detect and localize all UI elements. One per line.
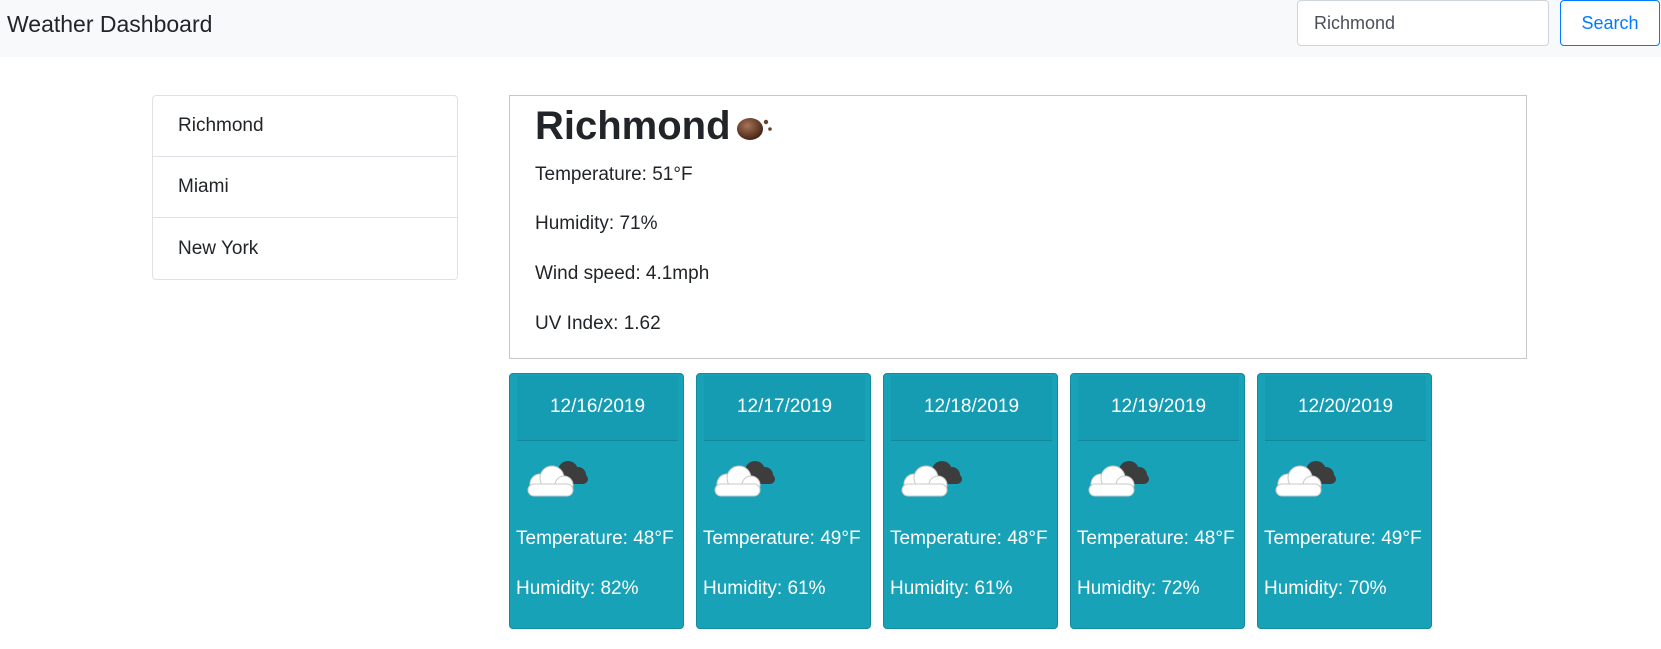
cloudy-icon [527, 461, 588, 497]
forecast-date: 12/18/2019 [891, 376, 1052, 441]
search-button[interactable]: Search [1560, 0, 1660, 46]
city-item-richmond[interactable]: Richmond [153, 96, 457, 157]
city-item-new-york[interactable]: New York [153, 218, 457, 279]
forecast-card: 12/16/2019 Temperature: 48°F Humidity: 8… [509, 373, 684, 629]
forecast-date: 12/17/2019 [704, 376, 865, 441]
current-weather-card: Richmond Temperature: 51°F Humidity: 71%… [509, 95, 1527, 359]
forecast-humidity: Humidity: 61% [703, 578, 826, 599]
cloudy-icon [714, 461, 775, 497]
search-input[interactable] [1297, 0, 1549, 46]
current-uv-index: UV Index: 1.62 [535, 313, 661, 334]
forecast-date: 12/16/2019 [517, 376, 678, 441]
cloudy-icon [1088, 461, 1149, 497]
forecast-temperature: Temperature: 49°F [1264, 528, 1422, 549]
forecast-card: 12/17/2019 Temperature: 49°F Humidity: 6… [696, 373, 871, 629]
forecast-date: 12/19/2019 [1078, 376, 1239, 441]
forecast-card: 12/19/2019 Temperature: 48°F Humidity: 7… [1070, 373, 1245, 629]
forecast-humidity: Humidity: 70% [1264, 578, 1387, 599]
forecast-temperature: Temperature: 49°F [703, 528, 861, 549]
forecast-humidity: Humidity: 82% [516, 578, 639, 599]
current-temperature: Temperature: 51°F [535, 164, 693, 185]
night-cloud-icon [737, 118, 772, 140]
current-wind-speed: Wind speed: 4.1mph [535, 263, 710, 284]
city-history-list: Richmond Miami New York [152, 95, 458, 280]
forecast-card: 12/18/2019 Temperature: 48°F Humidity: 6… [883, 373, 1058, 629]
forecast-temperature: Temperature: 48°F [1077, 528, 1235, 549]
current-city-title: Richmond [535, 104, 731, 148]
forecast-card: 12/20/2019 Temperature: 49°F Humidity: 7… [1257, 373, 1432, 629]
current-humidity: Humidity: 71% [535, 213, 658, 234]
cloudy-icon [1275, 461, 1336, 497]
forecast-humidity: Humidity: 61% [890, 578, 1013, 599]
navbar: Weather Dashboard Search [0, 0, 1661, 57]
city-item-miami[interactable]: Miami [153, 157, 457, 218]
app-title: Weather Dashboard [7, 11, 213, 37]
forecast-temperature: Temperature: 48°F [890, 528, 1048, 549]
forecast-humidity: Humidity: 72% [1077, 578, 1200, 599]
forecast-date: 12/20/2019 [1265, 376, 1426, 441]
cloudy-icon [901, 461, 962, 497]
forecast-temperature: Temperature: 48°F [516, 528, 674, 549]
